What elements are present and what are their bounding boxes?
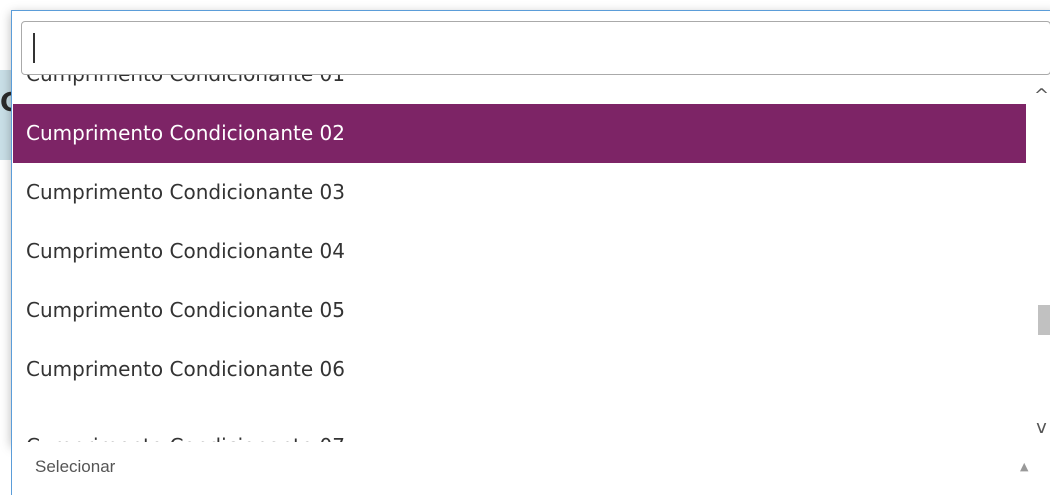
select-label: Selecionar (35, 457, 116, 476)
option-cumprimento-condicionante-05[interactable]: Cumprimento Condicionante 05 (13, 281, 1026, 340)
option-cumprimento-condicionante-02[interactable]: Cumprimento Condicionante 02 (13, 104, 1026, 163)
chevron-down-icon[interactable]: v (1026, 415, 1050, 441)
options-list[interactable]: Cumprimento Condicionante 01 Cumprimento… (13, 75, 1026, 443)
dropdown-search-input[interactable] (21, 21, 1050, 75)
chevron-up-icon[interactable]: ^ (1026, 83, 1050, 109)
select-box[interactable]: Selecionar ▲ (11, 442, 1050, 495)
option-cumprimento-condicionante-07[interactable]: Cumprimento Condicionante 07 (13, 417, 1026, 443)
page: C Cumprimento Condicionante 01 Cumprimen… (0, 0, 1050, 495)
text-caret (33, 33, 35, 63)
arrow-up-icon: ▲ (1020, 460, 1029, 473)
option-cumprimento-condicionante-01[interactable]: Cumprimento Condicionante 01 (13, 75, 1026, 104)
select-dropdown-panel: Cumprimento Condicionante 01 Cumprimento… (11, 10, 1050, 444)
option-cumprimento-condicionante-04[interactable]: Cumprimento Condicionante 04 (13, 222, 1026, 281)
scrollbar-thumb[interactable] (1038, 304, 1050, 335)
option-cumprimento-condicionante-03[interactable]: Cumprimento Condicionante 03 (13, 163, 1026, 222)
options-scrollbar[interactable]: ^ v (1026, 75, 1050, 443)
option-cumprimento-condicionante-06[interactable]: Cumprimento Condicionante 06 (13, 340, 1026, 399)
